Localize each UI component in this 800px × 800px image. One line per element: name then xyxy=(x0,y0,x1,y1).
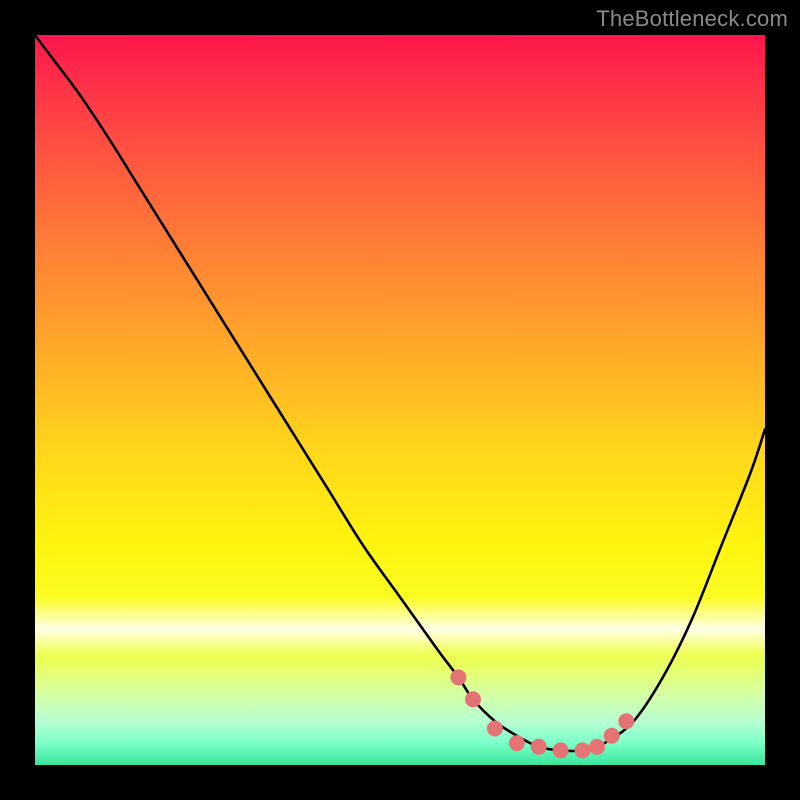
marker-dot xyxy=(604,728,620,744)
watermark-text: TheBottleneck.com xyxy=(596,6,788,32)
low-region-markers xyxy=(450,669,634,758)
marker-dot xyxy=(589,739,605,755)
marker-dot xyxy=(509,735,525,751)
marker-dot xyxy=(487,721,503,737)
marker-dot xyxy=(575,742,591,758)
chart-frame: TheBottleneck.com xyxy=(0,0,800,800)
marker-dot xyxy=(618,713,634,729)
plot-area xyxy=(35,35,765,765)
marker-dot xyxy=(450,669,466,685)
curve-svg xyxy=(35,35,765,765)
marker-dot xyxy=(553,742,569,758)
bottleneck-curve xyxy=(35,35,765,751)
marker-dot xyxy=(465,691,481,707)
marker-dot xyxy=(531,739,547,755)
